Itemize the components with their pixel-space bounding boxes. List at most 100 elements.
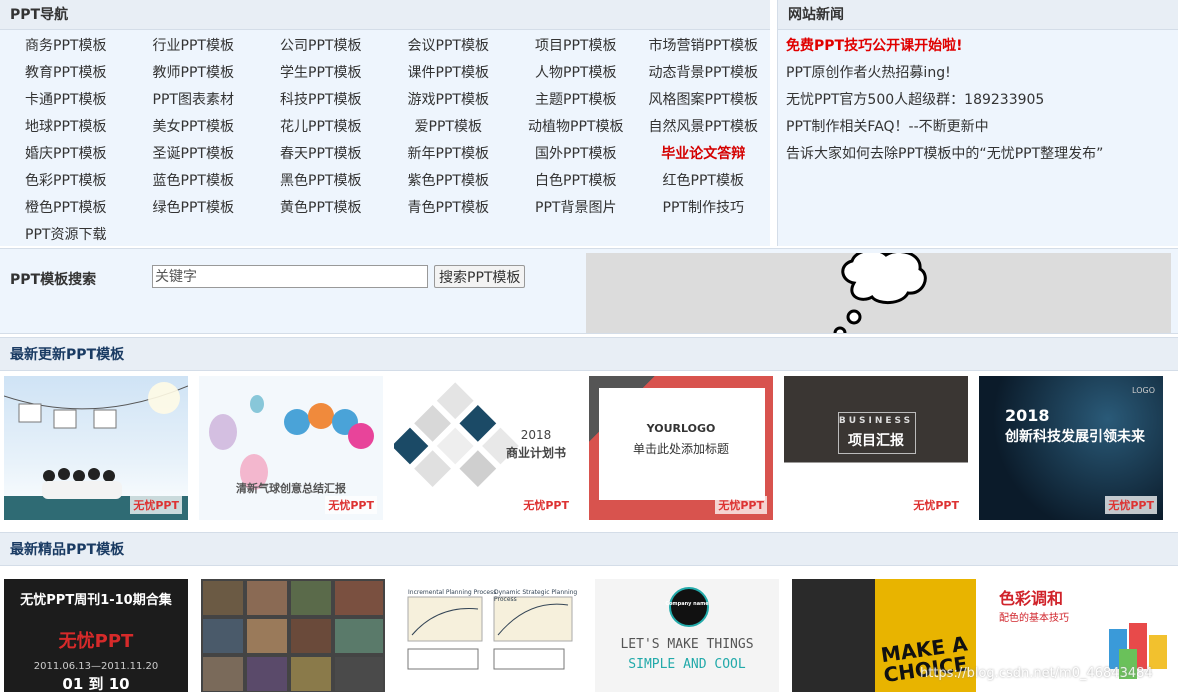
nav-link[interactable]: 国外PPT模板 (512, 141, 640, 168)
thumb-subtitle: 清新气球创意总结汇报 (236, 482, 346, 495)
nav-link[interactable]: 美女PPT模板 (130, 114, 258, 141)
thumb-subtitle: 创新科技发展引领未来 (1005, 429, 1145, 445)
thumb-photo-collage[interactable] (201, 579, 385, 692)
news-title: 网站新闻 (778, 0, 1178, 30)
thumb-balloon-2017[interactable]: 清新气球创意总结汇报 无忧PPT (199, 376, 383, 520)
nav-link[interactable]: 毕业论文答辩 (640, 141, 768, 168)
nav-link[interactable]: 主题PPT模板 (512, 87, 640, 114)
thumb-subtitle: 配色的基本技巧 (999, 613, 1069, 624)
thumb-title: Incremental Planning Process (408, 589, 497, 596)
thumb-title: YOURLOGO (646, 422, 716, 435)
nav-link[interactable]: 蓝色PPT模板 (130, 168, 258, 195)
thumb-subtitle: 商业计划书 (505, 446, 566, 460)
nav-link[interactable]: 白色PPT模板 (512, 168, 640, 195)
nav-link[interactable]: 婚庆PPT模板 (2, 141, 130, 168)
company-badge (669, 587, 709, 627)
thumb-logo-text: LOGO (1132, 386, 1155, 395)
nav-link[interactable]: 黑色PPT模板 (257, 168, 385, 195)
nav-link[interactable]: PPT制作技巧 (640, 195, 768, 222)
nav-link[interactable]: 会议PPT模板 (385, 33, 513, 60)
nav-link[interactable]: 风格图案PPT模板 (640, 87, 768, 114)
nav-link[interactable]: PPT资源下载 (2, 222, 130, 249)
nav-link[interactable]: 课件PPT模板 (385, 60, 513, 87)
nav-link[interactable]: 紫色PPT模板 (385, 168, 513, 195)
search-button[interactable]: 搜索PPT模板 (434, 265, 526, 288)
search-input[interactable] (152, 265, 428, 288)
nav-link[interactable]: 行业PPT模板 (130, 33, 258, 60)
nav-link[interactable]: 新年PPT模板 (385, 141, 513, 168)
news-item[interactable]: PPT制作相关FAQ！--不断更新中 (786, 114, 1178, 141)
nav-link[interactable]: 红色PPT模板 (640, 168, 768, 195)
thought-bubble-icon (833, 253, 927, 333)
thumb-issue: 01 到 10 (62, 675, 130, 692)
nav-link[interactable]: 市场营销PPT模板 (640, 33, 768, 60)
nav-link[interactable]: 花儿PPT模板 (257, 114, 385, 141)
thumb-year: 2018 (520, 428, 552, 442)
watermark-text: https://blog.csdn.net/m0_46843484 (920, 666, 1153, 681)
nav-link[interactable]: 橙色PPT模板 (2, 195, 130, 222)
nav-link[interactable]: PPT背景图片 (512, 195, 640, 222)
nav-links: 商务PPT模板 行业PPT模板 公司PPT模板 会议PPT模板 项目PPT模板 市场营销P… (0, 30, 770, 249)
badge-text: Company name (665, 601, 709, 607)
latest-section-title: 最新更新PPT模板 (0, 337, 1178, 371)
nav-link[interactable]: 地球PPT模板 (2, 114, 130, 141)
nav-link[interactable]: 项目PPT模板 (512, 33, 640, 60)
nav-link[interactable]: 教师PPT模板 (130, 60, 258, 87)
thumb-title: 无忧PPT周刊1-10期合集 (20, 593, 172, 608)
nav-link[interactable]: 商务PPT模板 (2, 33, 130, 60)
nav-link[interactable]: 自然风景PPT模板 (640, 114, 768, 141)
brand-logo: 无忧PPT (1105, 496, 1157, 514)
news-item[interactable]: 无忧PPT官方500人超级群：189233905 (786, 87, 1178, 114)
site-news-panel: 网站新闻 免费PPT技巧公开课开始啦! PPT原创作者火热招募ing! 无忧PPT官… (777, 0, 1178, 246)
thumb-range: 2011.06.13—2011.11.20 (33, 661, 159, 672)
nav-link[interactable]: 黄色PPT模板 (257, 195, 385, 222)
thumb-subtitle: 项目汇报 (848, 433, 904, 449)
ad-banner[interactable] (586, 253, 1171, 333)
thumb-subtitle: Dynamic Strategic Planning Process (494, 589, 578, 603)
thumb-your-logo[interactable]: YOURLOGO 单击此处添加标题 无忧PPT (589, 376, 773, 520)
thumb-title: LET'S MAKE THINGS (620, 637, 754, 652)
nav-link[interactable]: 动植物PPT模板 (512, 114, 640, 141)
thumb-title: BUSINESS (838, 416, 914, 426)
brand-logo: 无忧PPT (130, 496, 182, 514)
nav-link[interactable]: 动态背景PPT模板 (640, 60, 768, 87)
nav-link[interactable]: 人物PPT模板 (512, 60, 640, 87)
nav-link[interactable]: 爱PPT模板 (385, 114, 513, 141)
thumb-photo-wall[interactable]: 无忧PPT (4, 376, 188, 520)
thumb-tech-2018[interactable]: LOGO 2018 创新科技发展引领未来 无忧PPT (979, 376, 1163, 520)
search-label: PPT模板搜索 (10, 272, 97, 288)
featured-section-title: 最新精品PPT模板 (0, 532, 1178, 566)
thumb-weekly-issue[interactable]: 无忧PPT周刊1-10期合集 无忧PPT 2011.06.13—2011.11.… (4, 579, 188, 692)
thumb-subtitle: SIMPLE AND COOL (628, 657, 746, 672)
thumb-business-plan[interactable]: 2018 商业计划书 无忧PPT (394, 376, 578, 520)
thumb-project-report[interactable]: BUSINESS 项目汇报 无忧PPT (784, 376, 968, 520)
thumb-title: 色彩调和 (999, 589, 1064, 608)
brand-logo: 无忧PPT (715, 496, 767, 514)
nav-title: PPT导航 (0, 0, 770, 30)
thumb-planning-process[interactable]: Incremental Planning Process Dynamic Str… (398, 579, 582, 692)
nav-link[interactable]: 青色PPT模板 (385, 195, 513, 222)
search-bar: PPT模板搜索 搜索PPT模板 (0, 248, 1178, 334)
photo-collage-grid (203, 581, 383, 691)
news-item[interactable]: 免费PPT技巧公开课开始啦! (786, 33, 1178, 60)
thumb-brand: 无忧PPT (58, 631, 134, 652)
nav-link[interactable]: 色彩PPT模板 (2, 168, 130, 195)
nav-link[interactable]: 游戏PPT模板 (385, 87, 513, 114)
thumb-make-things[interactable]: Company name LET'S MAKE THINGS SIMPLE AN… (595, 579, 779, 692)
nav-link[interactable]: 春天PPT模板 (257, 141, 385, 168)
nav-link[interactable]: 学生PPT模板 (257, 60, 385, 87)
nav-link[interactable]: 科技PPT模板 (257, 87, 385, 114)
thumb-year: 2018 (1005, 406, 1050, 425)
ppt-nav-panel: PPT导航 商务PPT模板 行业PPT模板 公司PPT模板 会议PPT模板 项目PPT模… (0, 0, 770, 246)
nav-link[interactable]: 卡通PPT模板 (2, 87, 130, 114)
news-list: 免费PPT技巧公开课开始啦! PPT原创作者火热招募ing! 无忧PPT官方500人… (778, 30, 1178, 168)
nav-link[interactable]: 公司PPT模板 (257, 33, 385, 60)
brand-logo: 无忧PPT (910, 496, 962, 514)
nav-link[interactable]: 教育PPT模板 (2, 60, 130, 87)
nav-link[interactable]: 绿色PPT模板 (130, 195, 258, 222)
latest-thumbs: 无忧PPT 清新气球创意总结汇报 无忧PPT 2018 商业计划书 无忧PPT … (4, 376, 1163, 520)
nav-link[interactable]: PPT图表素材 (130, 87, 258, 114)
news-item[interactable]: PPT原创作者火热招募ing! (786, 60, 1178, 87)
news-item[interactable]: 告诉大家如何去除PPT模板中的“无忧PPT整理发布” (786, 141, 1178, 168)
nav-link[interactable]: 圣诞PPT模板 (130, 141, 258, 168)
